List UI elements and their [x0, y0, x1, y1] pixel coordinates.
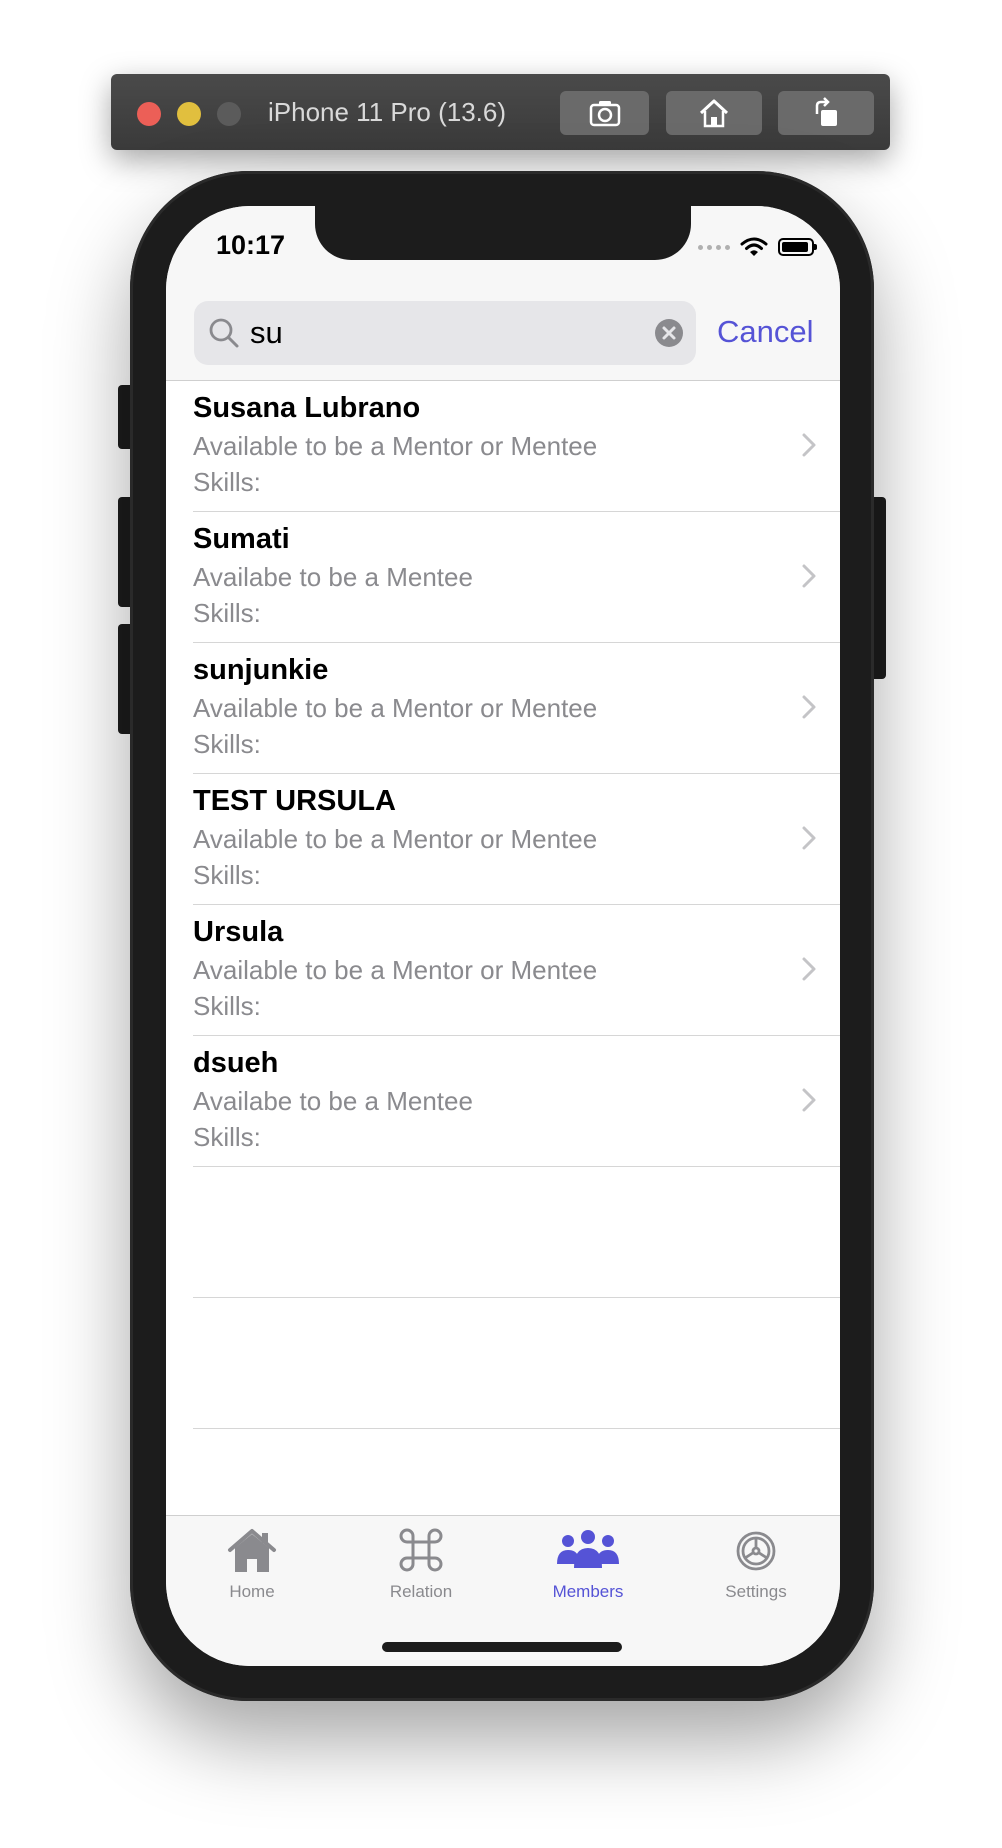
member-name: Sumati [193, 523, 290, 555]
home-indicator [382, 1642, 622, 1652]
member-name: Ursula [193, 916, 284, 948]
tab-label: Settings [725, 1582, 787, 1601]
tab-label: Home [229, 1582, 275, 1601]
chevron-right-icon [802, 957, 816, 981]
home-button[interactable] [666, 91, 762, 135]
status-time: 10:17 [216, 230, 286, 260]
wifi-icon [740, 237, 768, 256]
search-input[interactable]: su [194, 301, 696, 365]
phone-screen: 10:17 su Cancel Susana Lubrano Available… [166, 206, 840, 1666]
member-skills: Skills: [193, 860, 261, 890]
tab-relation[interactable]: Relation [351, 1526, 491, 1602]
gear-icon [736, 1531, 776, 1571]
screenshot-button[interactable] [560, 91, 649, 135]
chevron-right-icon [802, 826, 816, 850]
list-item[interactable]: Ursula Available to be a Mentor or Mente… [193, 905, 840, 1036]
empty-row [193, 1298, 840, 1429]
close-window-button[interactable] [137, 102, 161, 126]
member-availability: Available to be a Mentor or Mentee [193, 955, 598, 985]
list-item[interactable]: sunjunkie Available to be a Mentor or Me… [193, 643, 840, 774]
search-icon [209, 318, 239, 348]
command-icon [399, 1528, 443, 1572]
member-availability: Available to be a Mentor or Mentee [193, 693, 598, 723]
list-item[interactable]: TEST URSULA Available to be a Mentor or … [193, 774, 840, 905]
status-indicators [698, 236, 817, 258]
list-item[interactable]: Sumati Availabe to be a Mentee Skills: [193, 512, 840, 643]
tab-label: Members [552, 1582, 624, 1601]
tab-settings[interactable]: Settings [686, 1526, 826, 1602]
signal-icon [698, 244, 730, 250]
member-skills: Skills: [193, 729, 261, 759]
member-skills: Skills: [193, 1122, 261, 1152]
member-name: sunjunkie [193, 654, 329, 686]
chevron-right-icon [802, 433, 816, 457]
results-list: Susana Lubrano Available to be a Mentor … [166, 381, 840, 1429]
member-skills: Skills: [193, 467, 261, 497]
home-icon [699, 99, 729, 128]
member-availability: Available to be a Mentor or Mentee [193, 824, 598, 854]
list-item[interactable]: dsueh Availabe to be a Mentee Skills: [193, 1036, 840, 1167]
rotate-icon [815, 97, 837, 126]
member-availability: Availabe to be a Mentee [193, 1086, 473, 1116]
member-name: dsueh [193, 1047, 279, 1079]
screenshot-icon [589, 101, 620, 127]
clear-icon[interactable] [654, 318, 684, 348]
member-skills: Skills: [193, 598, 261, 628]
zoom-window-button[interactable] [217, 102, 241, 126]
tab-label: Relation [389, 1582, 453, 1601]
member-availability: Availabe to be a Mentee [193, 562, 473, 592]
house-icon [228, 1529, 276, 1572]
simulator-title: iPhone 11 Pro (13.6) [268, 97, 506, 127]
minimize-window-button[interactable] [177, 102, 201, 126]
tab-members[interactable]: Members [518, 1526, 658, 1602]
list-item[interactable]: Susana Lubrano Available to be a Mentor … [193, 381, 840, 512]
empty-row [193, 1167, 840, 1298]
cancel-button[interactable]: Cancel [717, 314, 814, 350]
tab-home[interactable]: Home [182, 1526, 322, 1602]
chevron-right-icon [802, 695, 816, 719]
chevron-right-icon [802, 1088, 816, 1112]
member-name: Susana Lubrano [193, 392, 421, 424]
member-name: TEST URSULA [193, 785, 396, 817]
chevron-right-icon [802, 564, 816, 588]
rotate-button[interactable] [778, 91, 874, 135]
battery-icon [778, 238, 817, 256]
member-availability: Available to be a Mentor or Mentee [193, 431, 598, 461]
member-skills: Skills: [193, 991, 261, 1021]
people-icon [557, 1530, 619, 1568]
simulator-toolbar: iPhone 11 Pro (13.6) [111, 74, 890, 150]
search-query: su [250, 315, 283, 350]
notch [315, 206, 691, 260]
